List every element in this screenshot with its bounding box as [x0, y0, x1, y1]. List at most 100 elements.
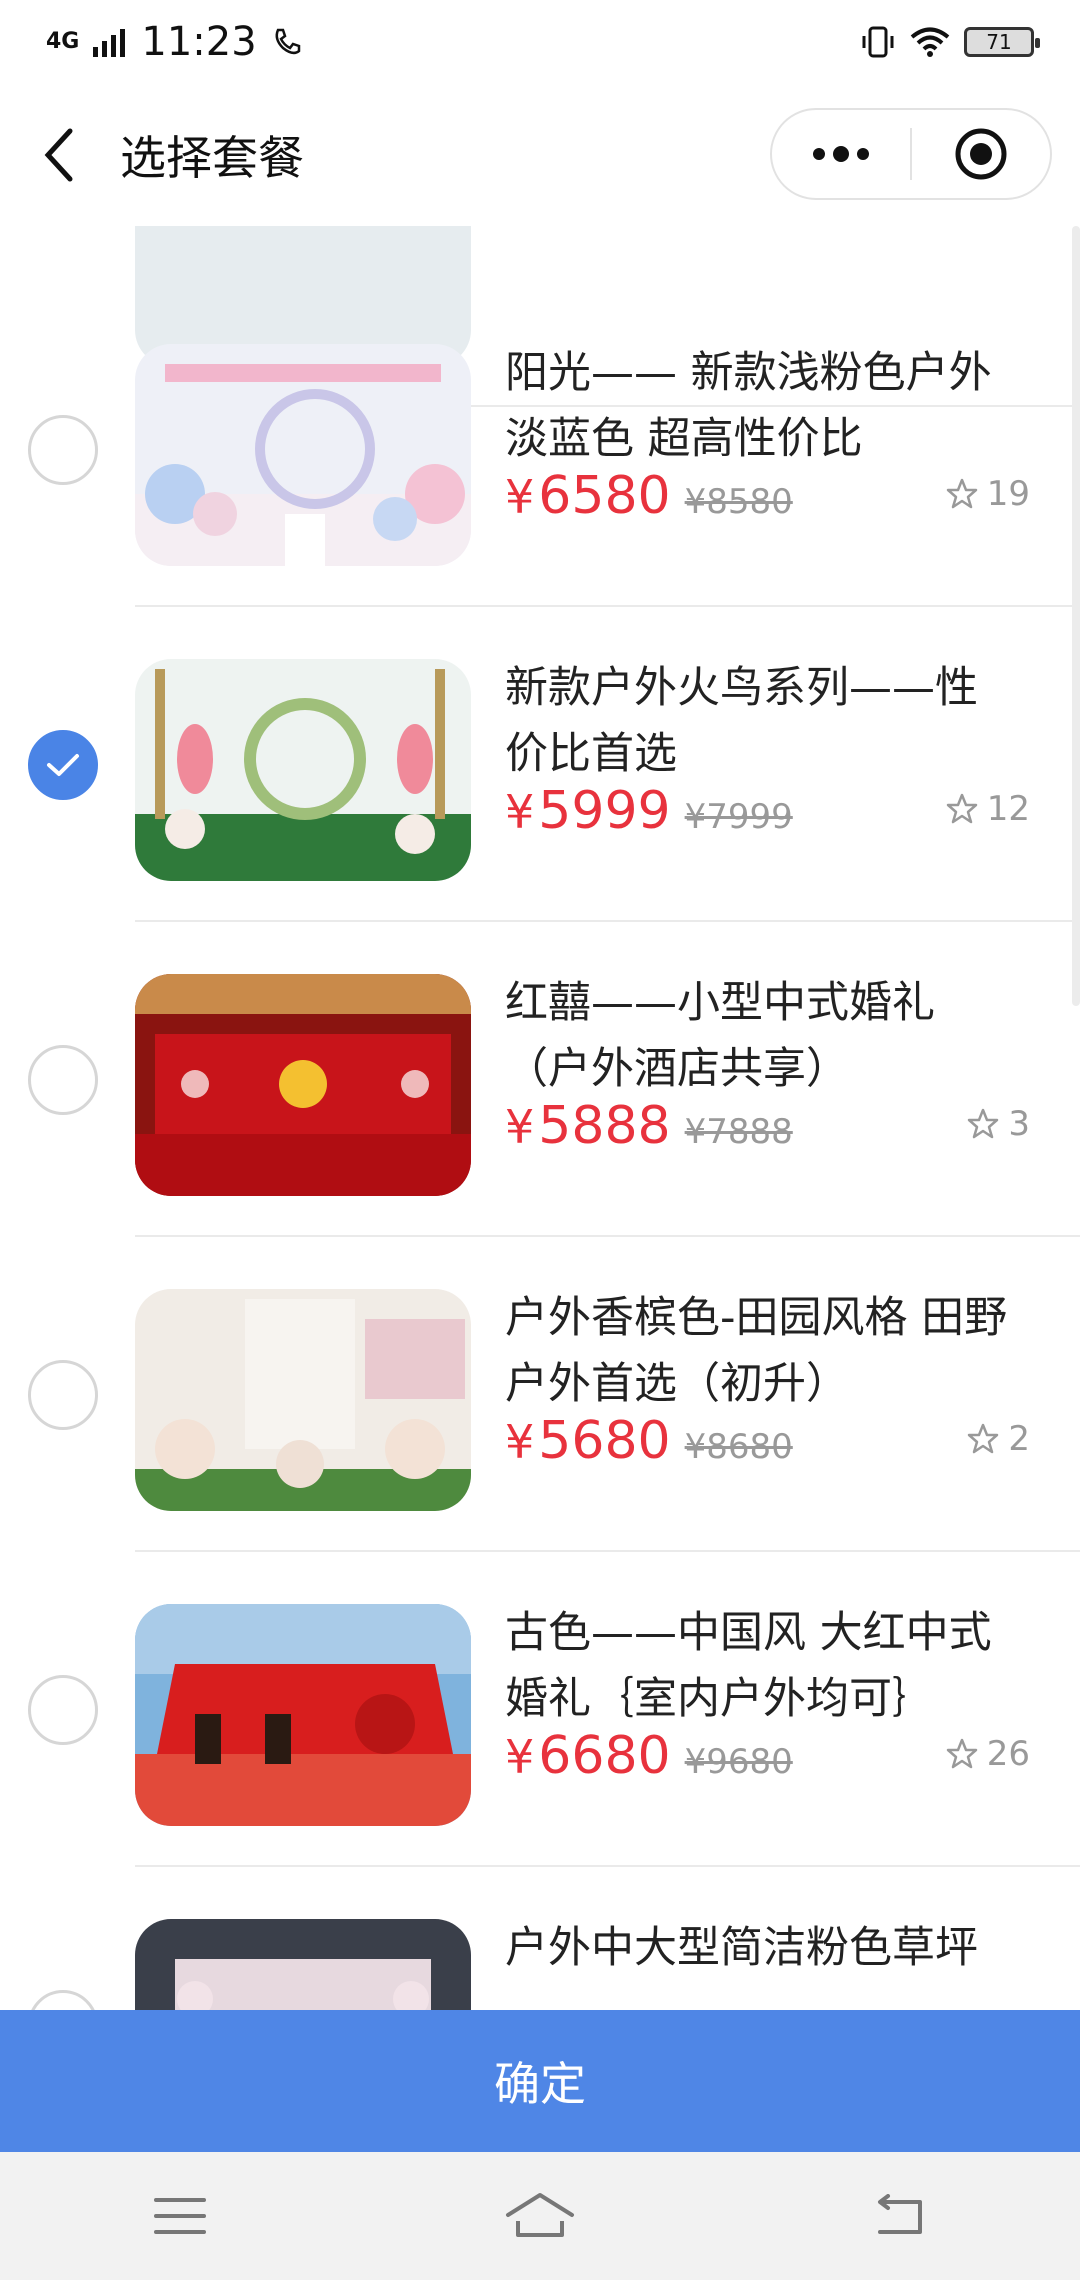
package-title: 户外中大型简洁粉色草坪: [505, 1915, 1030, 1981]
nav-home-button[interactable]: [480, 2166, 600, 2266]
select-radio[interactable]: [28, 1360, 98, 1430]
battery-level: 71: [986, 30, 1012, 54]
phone-icon: [275, 28, 300, 55]
current-price: 5999: [538, 781, 671, 841]
currency-symbol: ¥: [505, 1415, 535, 1469]
currency-symbol: ¥: [505, 1100, 535, 1154]
likes-count[interactable]: 12: [945, 789, 1030, 829]
system-nav-bar: [0, 2152, 1080, 2280]
package-title-line2: 婚礼｛室内户外均可｝: [505, 1674, 935, 1724]
currency-symbol: ¥: [505, 1730, 535, 1784]
likes-number: 12: [986, 789, 1030, 829]
current-price: 5680: [538, 1411, 671, 1471]
likes-number: 3: [1008, 1104, 1030, 1144]
battery-icon: 71: [964, 27, 1040, 57]
status-left: 4G 11:23: [46, 19, 303, 65]
likes-number: 2: [1008, 1419, 1030, 1459]
likes-count[interactable]: 19: [945, 474, 1030, 514]
more-button[interactable]: [772, 110, 910, 198]
target-close-icon: [955, 128, 1007, 180]
package-title: 红囍——小型中式婚礼 （户外酒店共享）: [505, 970, 1030, 1102]
current-price: 6680: [538, 1726, 671, 1786]
package-title-line2: 淡蓝色 超高性价比: [505, 414, 863, 464]
wifi-icon: [910, 27, 950, 57]
package-thumbnail: [135, 344, 471, 566]
package-title-line1: 古色——中国风 大红中式: [505, 1608, 992, 1658]
package-price: ¥ 6580 ¥8580: [505, 466, 793, 526]
star-outline-icon: [968, 1108, 999, 1139]
original-price: ¥8680: [684, 1427, 793, 1467]
select-radio[interactable]: [28, 1990, 98, 2010]
package-title-line2: （户外酒店共享）: [505, 1044, 849, 1094]
package-title: 阳光—— 新款浅粉色户外 淡蓝色 超高性价比: [505, 340, 1030, 472]
chevron-left-icon: [44, 128, 73, 182]
likes-number: 19: [986, 474, 1030, 514]
select-radio[interactable]: [28, 415, 98, 485]
scrollbar[interactable]: [1072, 226, 1080, 1006]
likes-count[interactable]: 26: [945, 1734, 1030, 1774]
package-title: 新款户外火鸟系列——性 价比首选: [505, 655, 1030, 787]
package-thumbnail: [135, 1919, 471, 2010]
package-title-line1: 户外中大型简洁粉色草坪: [505, 1923, 978, 1973]
back-arrow-icon: [878, 2194, 922, 2234]
select-radio-checked[interactable]: [28, 730, 98, 800]
original-price: ¥8580: [684, 482, 793, 522]
checkmark-icon: [47, 754, 79, 776]
package-price: ¥ 5888 ¥7888: [505, 1096, 793, 1156]
likes-count[interactable]: 2: [966, 1419, 1030, 1459]
current-price: 5888: [538, 1096, 671, 1156]
select-radio[interactable]: [28, 1045, 98, 1115]
likes-number: 26: [986, 1734, 1030, 1774]
original-price: ¥7888: [684, 1112, 793, 1152]
package-title-line1: 户外香槟色-田园风格 田野: [505, 1293, 1008, 1343]
network-indicator: 4G: [46, 29, 80, 54]
currency-symbol: ¥: [505, 785, 535, 839]
list-item[interactable]: 新款户外火鸟系列——性 价比首选 ¥ 5999 ¥7999 12: [0, 607, 1080, 922]
package-title: 古色——中国风 大红中式 婚礼｛室内户外均可｝: [505, 1600, 1030, 1732]
status-bar: 4G 11:23 71: [0, 0, 1080, 84]
select-radio[interactable]: [28, 1675, 98, 1745]
list-item[interactable]: 户外中大型简洁粉色草坪: [0, 1867, 1080, 2010]
vibrate-icon: [862, 26, 894, 58]
star-outline-icon: [946, 1738, 977, 1769]
package-title-line1: 阳光—— 新款浅粉色户外: [505, 348, 992, 398]
package-price: ¥ 5680 ¥8680: [505, 1411, 793, 1471]
original-price: ¥7999: [684, 797, 793, 837]
list-item[interactable]: 户外香槟色-田园风格 田野 户外首选（初升） ¥ 5680 ¥8680 2: [0, 1237, 1080, 1552]
confirm-button[interactable]: 确定: [0, 2010, 1080, 2152]
package-thumbnail: [135, 974, 471, 1196]
package-price: ¥ 6680 ¥9680: [505, 1726, 793, 1786]
package-title-line1: 新款户外火鸟系列——性: [505, 663, 978, 713]
home-icon: [506, 2193, 574, 2237]
back-button[interactable]: [0, 84, 120, 226]
currency-symbol: ¥: [505, 470, 535, 524]
likes-count[interactable]: 3: [966, 1104, 1030, 1144]
original-price: ¥9680: [684, 1742, 793, 1782]
header: 选择套餐: [0, 84, 1080, 226]
list-item[interactable]: 红囍——小型中式婚礼 （户外酒店共享） ¥ 5888 ¥7888 3: [0, 922, 1080, 1237]
list-item[interactable]: 古色——中国风 大红中式 婚礼｛室内户外均可｝ ¥ 6680 ¥9680 26: [0, 1552, 1080, 1867]
star-outline-icon: [946, 793, 977, 824]
more-dots-icon: [813, 146, 869, 162]
status-time: 11:23: [141, 19, 257, 65]
package-title-line1: 红囍——小型中式婚礼: [505, 978, 935, 1028]
menu-icon: [154, 2198, 206, 2234]
mini-program-capsule: [770, 108, 1052, 200]
package-thumbnail: [135, 1289, 471, 1511]
package-thumbnail: [135, 1604, 471, 1826]
nav-menu-button[interactable]: [120, 2166, 240, 2266]
package-title-line2: 户外首选（初升）: [505, 1359, 849, 1409]
star-outline-icon: [968, 1423, 999, 1454]
package-thumbnail: [135, 659, 471, 881]
page-title: 选择套餐: [120, 131, 304, 185]
close-button[interactable]: [912, 110, 1050, 198]
package-title: 户外香槟色-田园风格 田野 户外首选（初升）: [505, 1285, 1030, 1417]
package-list[interactable]: 阳光—— 新款浅粉色户外 淡蓝色 超高性价比 ¥ 6580 ¥8580 19 新…: [0, 226, 1080, 2010]
list-item[interactable]: 阳光—— 新款浅粉色户外 淡蓝色 超高性价比 ¥ 6580 ¥8580 19: [0, 292, 1080, 607]
package-price: ¥ 5999 ¥7999: [505, 781, 793, 841]
status-right: 71: [860, 24, 1040, 60]
signal-icon: [93, 29, 126, 57]
nav-back-button[interactable]: [840, 2166, 960, 2266]
package-title-line2: 价比首选: [505, 729, 677, 779]
current-price: 6580: [538, 466, 671, 526]
